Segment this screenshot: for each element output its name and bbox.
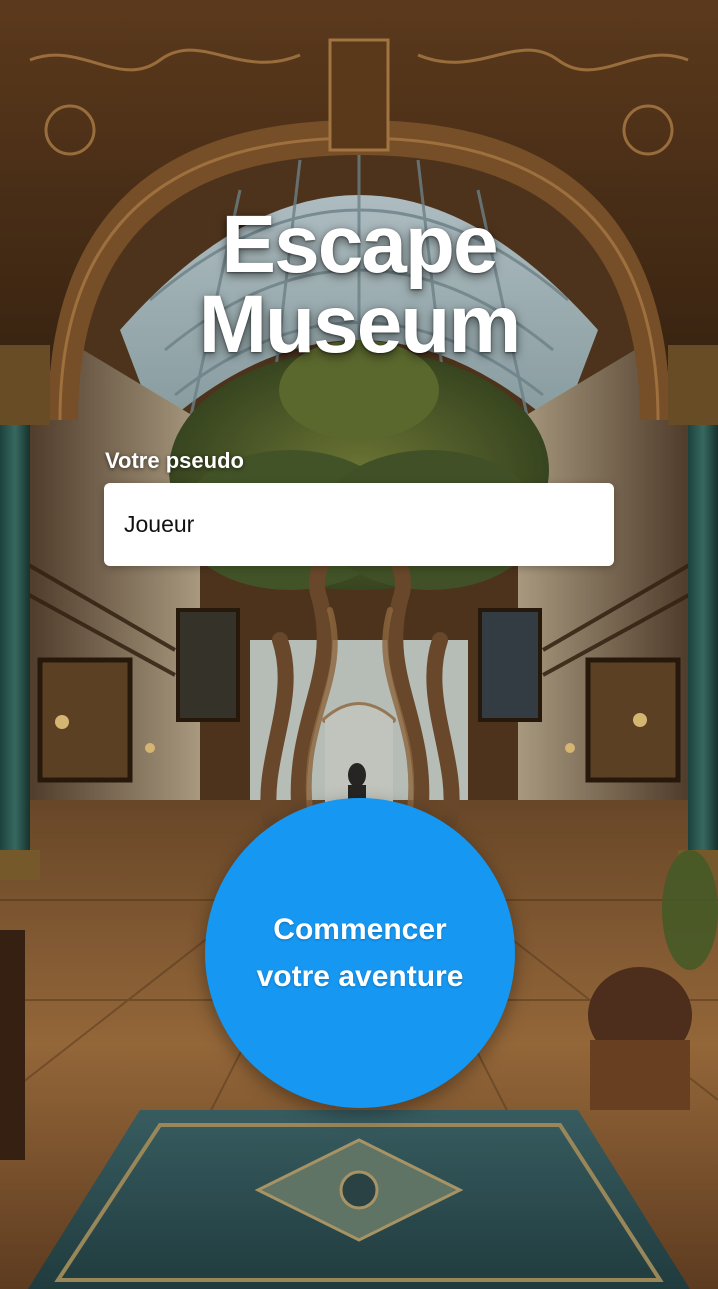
start-button-label-line-2: votre aventure (256, 960, 464, 993)
pseudo-field-container (104, 483, 614, 566)
app-title-line-2: Museum (198, 279, 522, 370)
app-title-line-1: Escape (221, 199, 498, 290)
start-button-label-line-1: Commencer (273, 913, 447, 946)
start-screen: Escape Museum Votre pseudo Commencer vot… (0, 0, 718, 1289)
pseudo-label: Votre pseudo (105, 448, 244, 473)
pseudo-input[interactable] (124, 511, 594, 538)
start-adventure-button[interactable]: Commencer votre aventure (205, 798, 515, 1108)
app-title: Escape Museum (0, 199, 718, 370)
